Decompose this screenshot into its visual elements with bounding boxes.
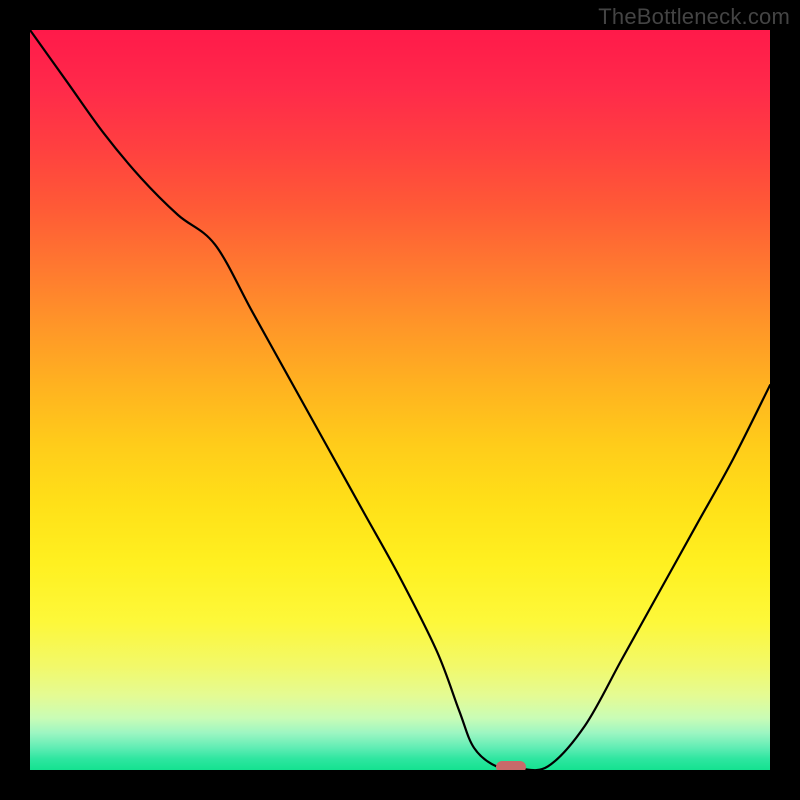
curve-svg bbox=[30, 30, 770, 770]
selected-point-marker bbox=[496, 761, 526, 770]
chart-frame: TheBottleneck.com bbox=[0, 0, 800, 800]
plot-area bbox=[30, 30, 770, 770]
watermark-text: TheBottleneck.com bbox=[598, 4, 790, 30]
bottleneck-curve-path bbox=[30, 30, 770, 770]
